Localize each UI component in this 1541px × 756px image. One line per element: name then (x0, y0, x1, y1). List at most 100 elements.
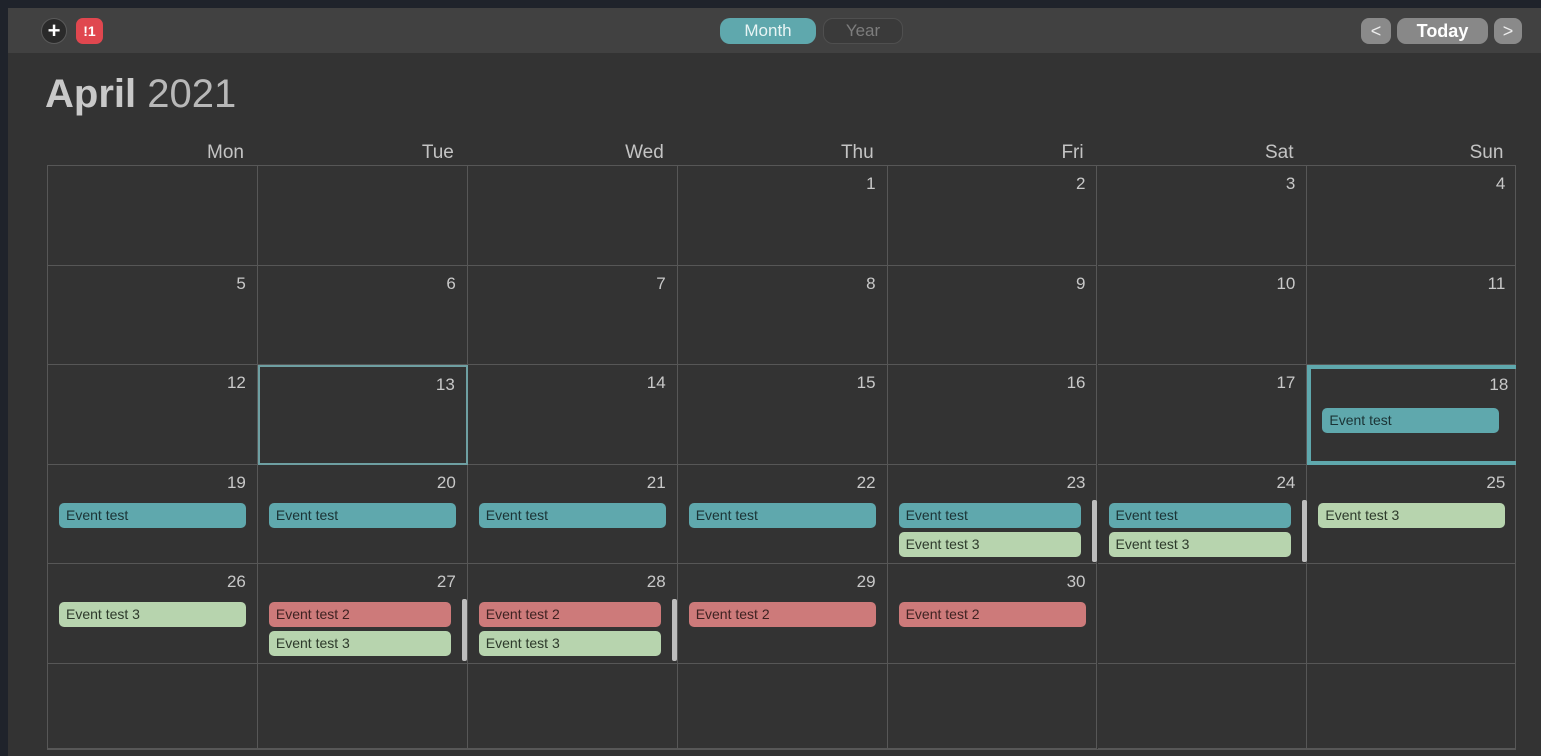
day-number: 7 (656, 273, 666, 293)
calendar-event[interactable]: Event test 3 (1318, 502, 1506, 528)
day-cell[interactable] (1097, 564, 1308, 664)
day-number: 30 (1066, 572, 1086, 591)
day-cell[interactable]: 17 (1097, 365, 1308, 465)
calendar-event[interactable]: Event test (59, 502, 246, 528)
day-cell[interactable]: 10 (1097, 265, 1308, 365)
calendar-event[interactable]: Event test 3 (59, 602, 246, 627)
day-cell[interactable] (887, 663, 1098, 749)
weekday-header: Thu (840, 142, 874, 163)
day-cell[interactable]: 27 Event test 2 Event test 3 (257, 564, 468, 664)
calendar-event[interactable]: Event test (268, 502, 456, 528)
calendar-event[interactable]: Event test 2 (898, 602, 1086, 627)
day-cell[interactable]: 21 Event test (467, 464, 678, 564)
day-number: 19 (226, 472, 246, 492)
day-number: 4 (1495, 174, 1506, 193)
day-number: 16 (1066, 373, 1086, 392)
month-grid: 1 2 3 4 5 6 7 8 9 10 11 12 13 14 15 16 17 18 Event test 19 E… (47, 165, 1517, 750)
chevron-right-icon: > (1502, 20, 1514, 41)
today-button[interactable]: Today (1397, 18, 1488, 44)
day-cell[interactable]: 1 (677, 166, 888, 266)
calendar-app: + !1 Month Year < Today > April 2021 Mon… (8, 8, 1541, 756)
calendar-event[interactable]: Event test 3 (268, 631, 451, 656)
day-number: 21 (646, 472, 666, 492)
day-cell[interactable] (257, 166, 468, 266)
weekday-header: Sat (1264, 142, 1294, 163)
day-cell[interactable]: 3 (1097, 166, 1308, 266)
day-cell[interactable]: 24 Event test Event test 3 (1097, 464, 1308, 564)
notifications-badge-button[interactable]: !1 (76, 18, 103, 44)
day-cell[interactable] (48, 166, 258, 266)
day-number: 3 (1285, 174, 1296, 193)
day-cell[interactable]: 19 Event test (48, 464, 258, 564)
day-number: 2 (1076, 174, 1086, 193)
day-cell[interactable]: 6 (257, 265, 468, 365)
calendar-event[interactable]: Event test 3 (1108, 531, 1291, 557)
day-number: 14 (646, 373, 666, 392)
calendar-event[interactable]: Event test (898, 502, 1081, 528)
day-cell[interactable]: 11 (1307, 266, 1517, 365)
day-number: 18 (1489, 375, 1509, 394)
more-events-indicator[interactable] (461, 599, 467, 661)
day-cell[interactable]: 8 (677, 265, 888, 365)
day-cell[interactable]: 20 Event test (257, 464, 468, 564)
day-cell[interactable] (257, 663, 468, 749)
day-cell[interactable]: 28 Event test 2 Event test 3 (467, 564, 678, 664)
day-number: 25 (1486, 472, 1506, 492)
calendar-event[interactable]: Event test (478, 502, 666, 528)
day-cell[interactable] (48, 663, 258, 749)
toolbar: + !1 Month Year < Today > (8, 8, 1541, 53)
day-cell[interactable]: 9 (887, 265, 1098, 365)
weekday-header: Wed (625, 142, 664, 163)
day-number: 29 (856, 572, 876, 591)
calendar-event[interactable]: Event test (1322, 408, 1500, 433)
day-cell[interactable] (467, 663, 678, 749)
day-number: 20 (436, 472, 456, 492)
day-cell[interactable]: 30 Event test 2 (887, 564, 1098, 664)
day-cell[interactable] (677, 663, 888, 749)
day-cell[interactable]: 18 Event test (1307, 365, 1517, 465)
calendar-event[interactable]: Event test (1108, 502, 1291, 528)
day-number: 9 (1076, 273, 1086, 293)
day-cell[interactable]: 23 Event test Event test 3 (887, 464, 1098, 564)
day-cell[interactable]: 15 (677, 365, 888, 465)
calendar-event[interactable]: Event test (688, 502, 876, 528)
day-cell[interactable]: 12 (48, 365, 258, 465)
day-cell[interactable]: 2 (887, 166, 1098, 266)
day-cell[interactable] (1307, 664, 1517, 749)
day-number: 1 (866, 174, 876, 193)
calendar-event[interactable]: Event test 2 (268, 602, 451, 627)
calendar-event[interactable]: Event test 3 (478, 631, 661, 656)
add-event-button[interactable]: + (41, 18, 67, 44)
more-events-indicator[interactable] (1091, 499, 1097, 562)
weekday-header: Fri (1061, 142, 1084, 163)
title-month: April (45, 72, 137, 116)
day-number: 22 (856, 472, 876, 492)
day-number: 12 (226, 373, 246, 392)
calendar-event[interactable]: Event test 2 (688, 602, 876, 627)
weekday-header: Tue (421, 142, 454, 163)
more-events-indicator[interactable] (671, 599, 677, 661)
next-month-button[interactable]: > (1494, 18, 1522, 44)
calendar-event[interactable]: Event test 3 (898, 531, 1081, 557)
day-cell[interactable] (1307, 564, 1517, 664)
day-cell[interactable]: 25 Event test 3 (1307, 465, 1517, 564)
day-cell[interactable] (467, 166, 678, 266)
weekday-header: Mon (207, 142, 244, 163)
tab-year[interactable]: Year (823, 18, 903, 44)
day-cell[interactable]: 13 (257, 365, 468, 465)
tab-month[interactable]: Month (720, 18, 816, 44)
day-cell[interactable]: 4 (1307, 166, 1517, 266)
day-number: 8 (866, 273, 876, 293)
day-cell[interactable]: 29 Event test 2 (677, 564, 888, 664)
day-cell[interactable]: 14 (467, 365, 678, 465)
previous-month-button[interactable]: < (1361, 18, 1391, 44)
day-cell[interactable]: 26 Event test 3 (48, 564, 258, 664)
day-cell[interactable]: 5 (48, 265, 258, 365)
day-cell[interactable]: 16 (887, 365, 1098, 465)
day-cell[interactable] (1097, 663, 1308, 749)
chevron-left-icon: < (1370, 20, 1382, 41)
calendar-event[interactable]: Event test 2 (478, 602, 661, 627)
day-cell[interactable]: 22 Event test (677, 464, 888, 564)
day-cell[interactable]: 7 (467, 265, 678, 365)
more-events-indicator[interactable] (1301, 499, 1307, 562)
